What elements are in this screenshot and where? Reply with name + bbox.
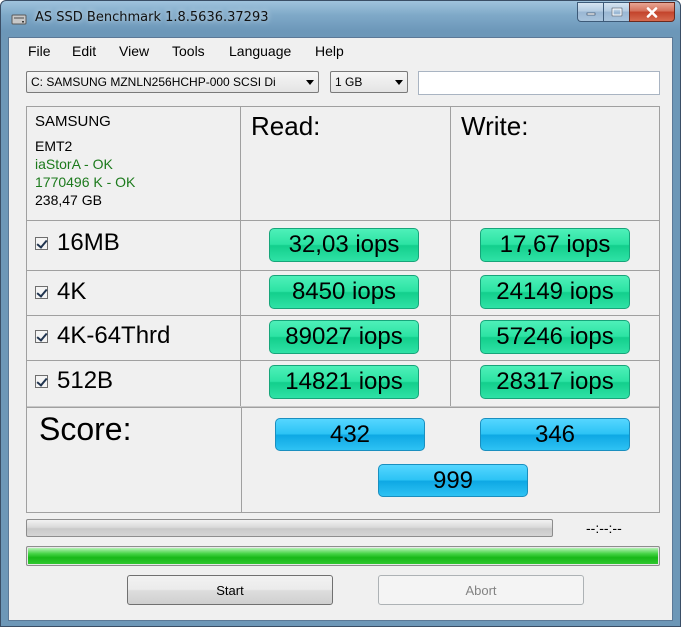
drive-driver-status: iaStorA - OK bbox=[35, 156, 113, 172]
caption-buttons bbox=[577, 2, 675, 22]
menu-edit[interactable]: Edit bbox=[72, 43, 96, 59]
drive-capacity: 238,47 GB bbox=[35, 192, 102, 208]
drive-alignment-status: 1770496 K - OK bbox=[35, 174, 136, 190]
close-icon bbox=[646, 6, 658, 18]
minimize-button[interactable] bbox=[577, 2, 603, 22]
elapsed-time: --:--:-- bbox=[586, 520, 622, 536]
menu-language[interactable]: Language bbox=[229, 43, 291, 59]
maximize-button[interactable] bbox=[603, 2, 629, 22]
divider bbox=[27, 315, 659, 316]
abort-button[interactable]: Abort bbox=[378, 575, 584, 605]
title-bar[interactable]: AS SSD Benchmark 1.8.5636.37293 bbox=[1, 1, 680, 37]
results-grid: SAMSUNG EMT2 iaStorA - OK 1770496 K - OK… bbox=[26, 106, 660, 513]
chevron-down-icon bbox=[395, 80, 403, 85]
divider bbox=[27, 270, 659, 271]
menu-bar: File Edit View Tools Language Help bbox=[9, 38, 672, 64]
overall-progress-bar bbox=[26, 546, 660, 566]
read-result-4k-64thrd: 89027 iops bbox=[269, 320, 419, 354]
test-progress-bar bbox=[26, 519, 553, 537]
test-row-4k-64thrd[interactable]: 4K-64Thrd bbox=[35, 322, 170, 350]
write-header: Write: bbox=[461, 111, 529, 141]
checkbox-4k-64thrd[interactable] bbox=[35, 329, 48, 343]
test-row-4k[interactable]: 4K bbox=[35, 278, 86, 306]
test-row-16mb[interactable]: 16MB bbox=[35, 229, 120, 257]
divider bbox=[241, 407, 242, 512]
test-label: 4K bbox=[57, 278, 87, 305]
window-title: AS SSD Benchmark 1.8.5636.37293 bbox=[35, 10, 269, 25]
menu-file[interactable]: File bbox=[28, 43, 51, 59]
size-select-value: 1 GB bbox=[335, 75, 363, 89]
client-area: File Edit View Tools Language Help C: SA… bbox=[8, 37, 673, 621]
drive-firmware: EMT2 bbox=[35, 138, 73, 154]
read-score: 432 bbox=[275, 418, 425, 451]
read-result-4k: 8450 iops bbox=[269, 275, 419, 309]
drive-icon bbox=[11, 14, 27, 25]
read-header: Read: bbox=[251, 111, 321, 141]
info-text-field[interactable] bbox=[418, 71, 660, 95]
test-label: 512B bbox=[57, 367, 114, 394]
checkbox-4k[interactable] bbox=[35, 285, 48, 299]
minimize-icon bbox=[586, 12, 595, 16]
write-result-512b: 28317 iops bbox=[480, 365, 630, 399]
write-score: 346 bbox=[480, 418, 630, 451]
divider bbox=[27, 220, 659, 221]
size-select[interactable]: 1 GB bbox=[330, 71, 408, 93]
menu-help[interactable]: Help bbox=[315, 43, 344, 59]
test-label: 4K-64Thrd bbox=[57, 322, 171, 349]
app-window: AS SSD Benchmark 1.8.5636.37293 File Edi… bbox=[0, 0, 681, 627]
start-button[interactable]: Start bbox=[127, 575, 333, 605]
overall-progress-fill bbox=[28, 548, 658, 564]
test-label: 16MB bbox=[57, 229, 120, 256]
read-result-16mb: 32,03 iops bbox=[269, 228, 419, 262]
menu-view[interactable]: View bbox=[119, 43, 149, 59]
close-button[interactable] bbox=[629, 2, 675, 22]
divider bbox=[27, 360, 659, 361]
test-row-512b[interactable]: 512B bbox=[35, 367, 113, 395]
drive-select-value: C: SAMSUNG MZNLN256HCHP-000 SCSI Di bbox=[31, 75, 276, 89]
drive-select[interactable]: C: SAMSUNG MZNLN256HCHP-000 SCSI Di bbox=[26, 71, 319, 93]
checkbox-16mb[interactable] bbox=[35, 236, 48, 250]
chevron-down-icon bbox=[306, 80, 314, 85]
score-label: Score: bbox=[39, 411, 132, 447]
checkbox-512b[interactable] bbox=[35, 374, 48, 388]
total-score: 999 bbox=[378, 464, 528, 497]
divider bbox=[27, 407, 659, 408]
divider bbox=[450, 107, 451, 406]
write-result-4k-64thrd: 57246 iops bbox=[480, 320, 630, 354]
drive-name: SAMSUNG bbox=[35, 113, 111, 130]
divider bbox=[240, 107, 241, 406]
menu-tools[interactable]: Tools bbox=[172, 43, 205, 59]
write-result-4k: 24149 iops bbox=[480, 275, 630, 309]
read-result-512b: 14821 iops bbox=[269, 365, 419, 399]
write-result-16mb: 17,67 iops bbox=[480, 228, 630, 262]
maximize-icon bbox=[611, 7, 622, 17]
